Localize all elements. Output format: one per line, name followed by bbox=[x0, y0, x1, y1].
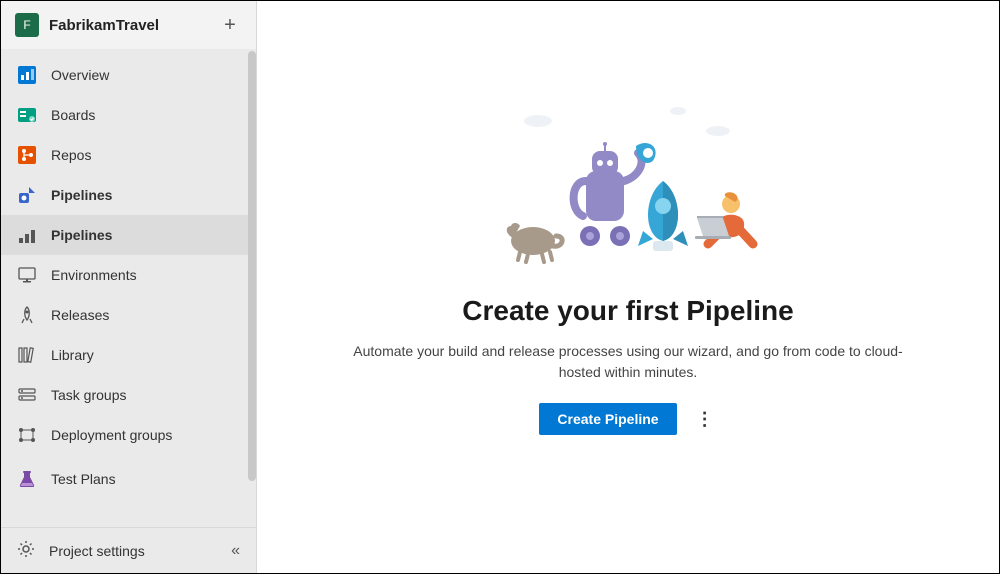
sidebar: F FabrikamTravel + Overview Boards Repo bbox=[1, 1, 257, 573]
nav-item-repos[interactable]: Repos bbox=[1, 135, 256, 175]
overview-icon bbox=[17, 65, 37, 85]
nav-label: Task groups bbox=[51, 387, 126, 403]
nav-label: Boards bbox=[51, 107, 95, 123]
empty-state-description: Automate your build and release processe… bbox=[348, 341, 908, 383]
chevron-double-left-icon: « bbox=[231, 542, 240, 559]
nav-item-pipelines[interactable]: Pipelines bbox=[1, 175, 256, 215]
project-name[interactable]: FabrikamTravel bbox=[49, 17, 208, 34]
plus-icon: + bbox=[224, 14, 236, 37]
boards-icon bbox=[17, 105, 37, 125]
nav-sub-task-groups[interactable]: Task groups bbox=[1, 375, 256, 415]
environments-icon bbox=[17, 265, 37, 285]
deployment-groups-icon bbox=[17, 425, 37, 445]
test-plans-icon bbox=[17, 469, 37, 489]
nav-label: Overview bbox=[51, 67, 109, 83]
project-settings[interactable]: Project settings « bbox=[1, 527, 256, 573]
nav-item-boards[interactable]: Boards bbox=[1, 95, 256, 135]
nav-item-overview[interactable]: Overview bbox=[1, 55, 256, 95]
repos-icon bbox=[17, 145, 37, 165]
nav-label: Pipelines bbox=[51, 227, 112, 243]
nav-label: Library bbox=[51, 347, 94, 363]
nav-sub-pipelines[interactable]: Pipelines bbox=[1, 215, 256, 255]
sidebar-nav: Overview Boards Repos Pipelines bbox=[1, 49, 256, 527]
pipelines-sub-icon bbox=[17, 225, 37, 245]
add-button[interactable]: + bbox=[218, 13, 242, 37]
main-content: Create your first Pipeline Automate your… bbox=[257, 1, 999, 573]
empty-state-illustration bbox=[478, 101, 778, 271]
nav-label: Repos bbox=[51, 147, 91, 163]
empty-state-heading: Create your first Pipeline bbox=[462, 295, 793, 327]
more-options-button[interactable]: ⋮ bbox=[693, 407, 717, 431]
nav-sub-environments[interactable]: Environments bbox=[1, 255, 256, 295]
nav-label: Deployment groups bbox=[51, 427, 172, 443]
nav-label: Pipelines bbox=[51, 187, 112, 203]
sidebar-header: F FabrikamTravel + bbox=[1, 1, 256, 49]
action-row: Create Pipeline ⋮ bbox=[539, 403, 716, 435]
footer-label: Project settings bbox=[49, 543, 145, 559]
releases-icon bbox=[17, 305, 37, 325]
nav-item-test-plans[interactable]: Test Plans bbox=[1, 459, 256, 499]
task-groups-icon bbox=[17, 385, 37, 405]
nav-label: Test Plans bbox=[51, 471, 116, 487]
nav-sub-releases[interactable]: Releases bbox=[1, 295, 256, 335]
gear-icon bbox=[17, 540, 35, 561]
project-avatar[interactable]: F bbox=[15, 13, 39, 37]
scrollbar[interactable] bbox=[248, 51, 256, 481]
nav-sub-library[interactable]: Library bbox=[1, 335, 256, 375]
create-pipeline-button[interactable]: Create Pipeline bbox=[539, 403, 676, 435]
nav-label: Releases bbox=[51, 307, 109, 323]
library-icon bbox=[17, 345, 37, 365]
nav-label: Environments bbox=[51, 267, 137, 283]
more-vertical-icon: ⋮ bbox=[696, 409, 714, 430]
pipelines-icon bbox=[17, 185, 37, 205]
nav-sub-deployment-groups[interactable]: Deployment groups bbox=[1, 415, 256, 455]
collapse-sidebar-button[interactable]: « bbox=[231, 542, 240, 560]
